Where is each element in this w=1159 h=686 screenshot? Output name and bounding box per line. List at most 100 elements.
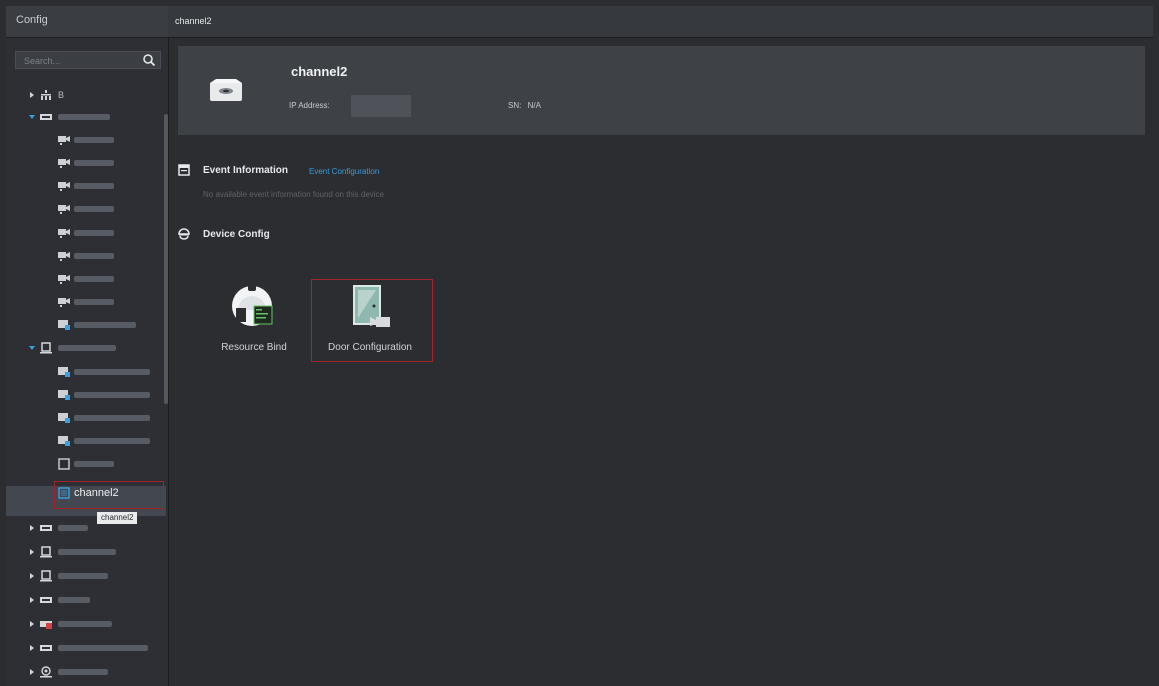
event-empty-message: No available event information found on … [203,190,384,199]
tree-item-channel[interactable] [58,152,158,174]
obscured-label [74,253,114,259]
tree-item-device[interactable] [28,106,158,128]
tree-item-channel[interactable] [58,384,158,406]
tree-item-device[interactable] [28,517,158,539]
obscured-label [58,549,116,555]
door-channel-icon [58,458,70,470]
content-header: channel2 [168,6,1153,38]
tree-item-label: B [58,90,65,100]
sn-field: SN: N/A [508,101,541,110]
event-information-title: Event Information [203,165,289,176]
nvr-offline-icon [40,621,52,629]
resource-bind-icon [232,285,273,326]
page-title: channel2 [175,16,212,26]
tree-item-channel[interactable] [58,430,158,452]
caret-right-icon[interactable] [28,644,36,652]
drag-tooltip: channel2 [97,512,138,524]
camera-icon [58,136,70,145]
camera-icon [58,252,70,261]
obscured-label [58,525,88,531]
device-icon [210,79,242,101]
tree-item-channel[interactable] [58,268,158,290]
tree-item-channel[interactable] [58,245,158,267]
device-config-icon [178,228,190,240]
obscured-label [74,183,114,189]
obscured-label [74,322,136,328]
tree-item-device[interactable] [28,613,158,635]
obscured-label [74,230,114,236]
obscured-label [58,573,108,579]
search-box[interactable] [15,51,161,69]
sidebar-title: Config [6,6,168,38]
calendar-icon [178,164,190,176]
tree-item-channel[interactable] [58,291,158,313]
ip-address-label: IP Address: [289,101,330,110]
obscured-label [74,392,150,398]
access-reader-icon [58,436,70,446]
obscured-label [74,415,150,421]
network-icon [41,90,51,100]
caret-right-icon[interactable] [28,548,36,556]
obscured-label [74,206,114,212]
ip-address-value-obscured [351,95,411,117]
caret-right-icon[interactable] [28,596,36,604]
obscured-label [74,369,150,375]
access-reader-icon [58,390,70,400]
tile-label: Resource Bind [221,342,287,353]
device-info-card: channel2 IP Address: SN: N/A [178,46,1145,135]
tree-item-channel[interactable] [58,175,158,197]
obscured-label [58,669,108,675]
tree-item-channel[interactable] [58,361,158,383]
camera-icon [58,229,70,238]
tree-item-device[interactable] [28,337,158,359]
event-configuration-link[interactable]: Event Configuration [309,167,379,176]
obscured-label [74,461,114,467]
tree-item-channel[interactable] [58,314,158,336]
access-controller-icon [40,342,52,354]
caret-right-icon[interactable] [28,668,36,676]
tree-item-device[interactable] [28,565,158,587]
door-configuration-highlight [311,279,433,362]
caret-right-icon[interactable] [28,620,36,628]
caret-right-icon[interactable] [28,572,36,580]
tree-item-device[interactable] [28,541,158,563]
sidebar-scrollbar[interactable] [164,114,168,404]
resource-bind-tile[interactable]: Resource Bind [202,278,306,362]
obscured-label [74,276,114,282]
access-reader-icon [58,320,70,330]
tree-item-root[interactable]: B [28,84,158,106]
access-controller-icon [40,546,52,558]
tree-item-channel[interactable] [58,198,158,220]
access-controller-icon [40,570,52,582]
camera-icon [58,182,70,191]
obscured-label [74,299,114,305]
obscured-label [74,137,114,143]
caret-right-icon[interactable] [28,524,36,532]
device-name: channel2 [291,64,348,79]
tree-item-channel[interactable] [58,407,158,429]
obscured-label [74,438,150,444]
caret-down-icon[interactable] [28,113,36,121]
search-input[interactable] [22,54,136,68]
tree-item-channel[interactable] [58,222,158,244]
nvr-icon [40,645,52,651]
obscured-label [58,621,112,627]
sidebar: Config B [6,6,169,686]
app-window: Config B [0,0,1159,686]
search-icon[interactable] [142,53,156,67]
tree-item-channel[interactable] [58,129,158,151]
fingerprint-device-icon [40,666,52,678]
tree-item-channel[interactable] [58,453,158,475]
caret-down-icon[interactable] [28,344,36,352]
tree-item-device[interactable] [28,637,158,659]
tree-item-device[interactable] [28,589,158,611]
obscured-label [58,345,116,351]
camera-icon [58,275,70,284]
sn-value: N/A [527,101,541,110]
caret-right-icon[interactable] [28,91,36,99]
camera-icon [58,159,70,168]
selection-highlight [54,481,164,509]
obscured-label [58,597,90,603]
nvr-icon [40,525,52,531]
tree-item-device[interactable] [28,661,158,683]
